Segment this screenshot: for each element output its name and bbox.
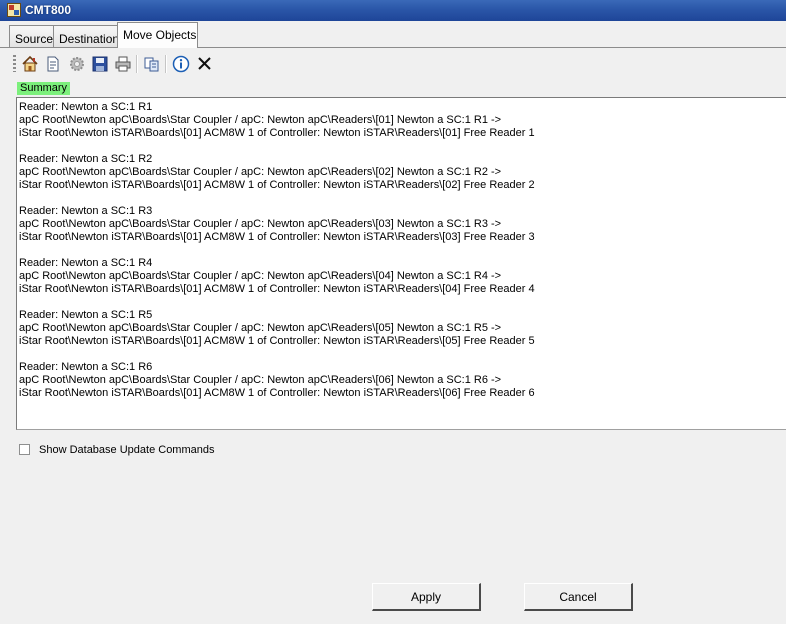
entry-destination-path: iStar Root\Newton iSTAR\Boards\[01] ACM8… <box>19 231 535 243</box>
app-icon <box>7 3 21 17</box>
tab-source[interactable]: Source <box>9 25 54 47</box>
summary-entry: Reader: Newton a SC:1 R5 apC Root\Newton… <box>19 309 786 348</box>
summary-label: Summary <box>17 82 71 95</box>
entry-header: Reader: Newton a SC:1 R1 <box>19 101 153 113</box>
tab-strip: Source Destination Move Objects <box>0 21 786 49</box>
settings-icon[interactable] <box>68 55 86 73</box>
entry-header: Reader: Newton a SC:1 R5 <box>19 309 153 321</box>
summary-entry: Reader: Newton a SC:1 R4 apC Root\Newton… <box>19 257 786 296</box>
entry-source-path: apC Root\Newton apC\Boards\Star Coupler … <box>19 322 502 334</box>
tab-move-objects[interactable]: Move Objects <box>117 22 198 49</box>
entry-header: Reader: Newton a SC:1 R2 <box>19 153 153 165</box>
entry-destination-path: iStar Root\Newton iSTAR\Boards\[01] ACM8… <box>19 335 535 347</box>
entry-header: Reader: Newton a SC:1 R3 <box>19 205 153 217</box>
entry-destination-path: iStar Root\Newton iSTAR\Boards\[01] ACM8… <box>19 179 535 191</box>
entry-source-path: apC Root\Newton apC\Boards\Star Coupler … <box>19 270 502 282</box>
tab-destination[interactable]: Destination <box>53 25 119 47</box>
save-icon[interactable] <box>91 55 109 73</box>
entry-source-path: apC Root\Newton apC\Boards\Star Coupler … <box>19 374 502 386</box>
toolbar-grip[interactable] <box>13 55 16 72</box>
cancel-button[interactable]: Cancel <box>524 583 633 611</box>
summary-entry: Reader: Newton a SC:1 R2 apC Root\Newton… <box>19 153 786 192</box>
info-icon[interactable] <box>172 55 190 73</box>
show-db-commands-label[interactable]: Show Database Update Commands <box>39 444 214 456</box>
document-icon[interactable] <box>44 55 62 73</box>
show-db-commands-checkbox[interactable] <box>19 444 30 455</box>
entry-source-path: apC Root\Newton apC\Boards\Star Coupler … <box>19 166 502 178</box>
toolbar <box>0 48 786 79</box>
summary-textbox[interactable]: Reader: Newton a SC:1 R1 apC Root\Newton… <box>16 97 786 430</box>
copy-icon[interactable] <box>143 55 161 73</box>
summary-entry: Reader: Newton a SC:1 R6 apC Root\Newton… <box>19 361 786 400</box>
entry-source-path: apC Root\Newton apC\Boards\Star Coupler … <box>19 114 502 126</box>
entry-header: Reader: Newton a SC:1 R4 <box>19 257 153 269</box>
entry-destination-path: iStar Root\Newton iSTAR\Boards\[01] ACM8… <box>19 387 535 399</box>
apply-button[interactable]: Apply <box>372 583 481 611</box>
summary-entry: Reader: Newton a SC:1 R3 apC Root\Newton… <box>19 205 786 244</box>
entry-destination-path: iStar Root\Newton iSTAR\Boards\[01] ACM8… <box>19 127 535 139</box>
summary-entry: Reader: Newton a SC:1 R1 apC Root\Newton… <box>19 101 786 140</box>
print-icon[interactable] <box>114 55 132 73</box>
close-icon[interactable] <box>196 55 214 73</box>
window-title: CMT800 <box>25 3 72 17</box>
entry-destination-path: iStar Root\Newton iSTAR\Boards\[01] ACM8… <box>19 283 535 295</box>
toolbar-separator <box>165 55 167 73</box>
home-icon[interactable] <box>21 55 39 73</box>
entry-header: Reader: Newton a SC:1 R6 <box>19 361 153 373</box>
entry-source-path: apC Root\Newton apC\Boards\Star Coupler … <box>19 218 502 230</box>
toolbar-separator <box>136 55 138 73</box>
title-bar[interactable]: CMT800 <box>0 0 786 21</box>
